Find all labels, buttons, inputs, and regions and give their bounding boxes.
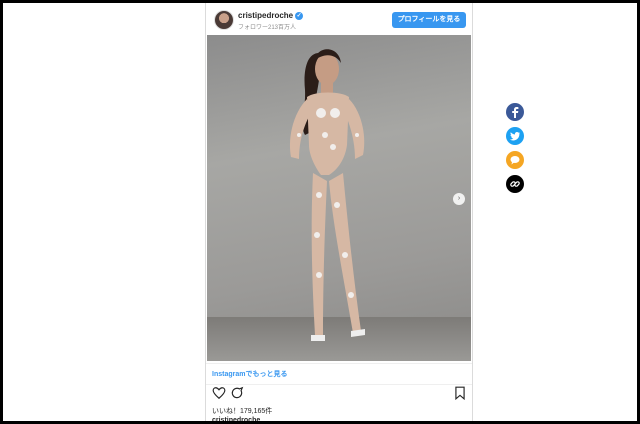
post-actions [206, 383, 472, 405]
verified-badge-icon: ✓ [295, 11, 304, 20]
heart-icon[interactable] [212, 386, 226, 400]
bookmark-icon[interactable] [454, 386, 466, 400]
caption-username[interactable]: cristipedroche [212, 417, 260, 421]
post-photo[interactable]: › [207, 35, 471, 361]
like-count: いいね！179,165件 [212, 408, 273, 415]
page-background: cristipedroche ✓ フォロワー213百万人 プロフィールを見る ›… [3, 3, 637, 421]
speech-bubble-icon [510, 156, 520, 165]
twitter-share-button[interactable] [506, 127, 524, 145]
link-icon [510, 181, 520, 187]
comment-share-button[interactable] [506, 151, 524, 169]
facebook-share-button[interactable] [506, 103, 524, 121]
photo-figure [289, 49, 365, 341]
link-share-button[interactable] [506, 175, 524, 193]
follower-count: フォロワー213百万人 [238, 25, 297, 31]
instagram-more-link[interactable]: Instagramでもっと見る [206, 363, 472, 385]
post-header: cristipedroche ✓ フォロワー213百万人 プロフィールを見る [206, 3, 472, 33]
instagram-more-link-text: Instagramでもっと見る [212, 371, 288, 378]
facebook-icon [512, 107, 519, 118]
next-photo-button[interactable]: › [453, 193, 465, 205]
avatar[interactable] [214, 10, 234, 30]
username-text: cristipedroche [238, 11, 294, 20]
comment-icon[interactable] [230, 386, 244, 400]
instagram-embed: cristipedroche ✓ フォロワー213百万人 プロフィールを見る ›… [205, 3, 473, 421]
view-profile-button[interactable]: プロフィールを見る [392, 12, 466, 28]
chevron-right-icon: › [457, 195, 461, 202]
username-link[interactable]: cristipedroche ✓ [238, 11, 304, 20]
twitter-icon [509, 132, 520, 141]
